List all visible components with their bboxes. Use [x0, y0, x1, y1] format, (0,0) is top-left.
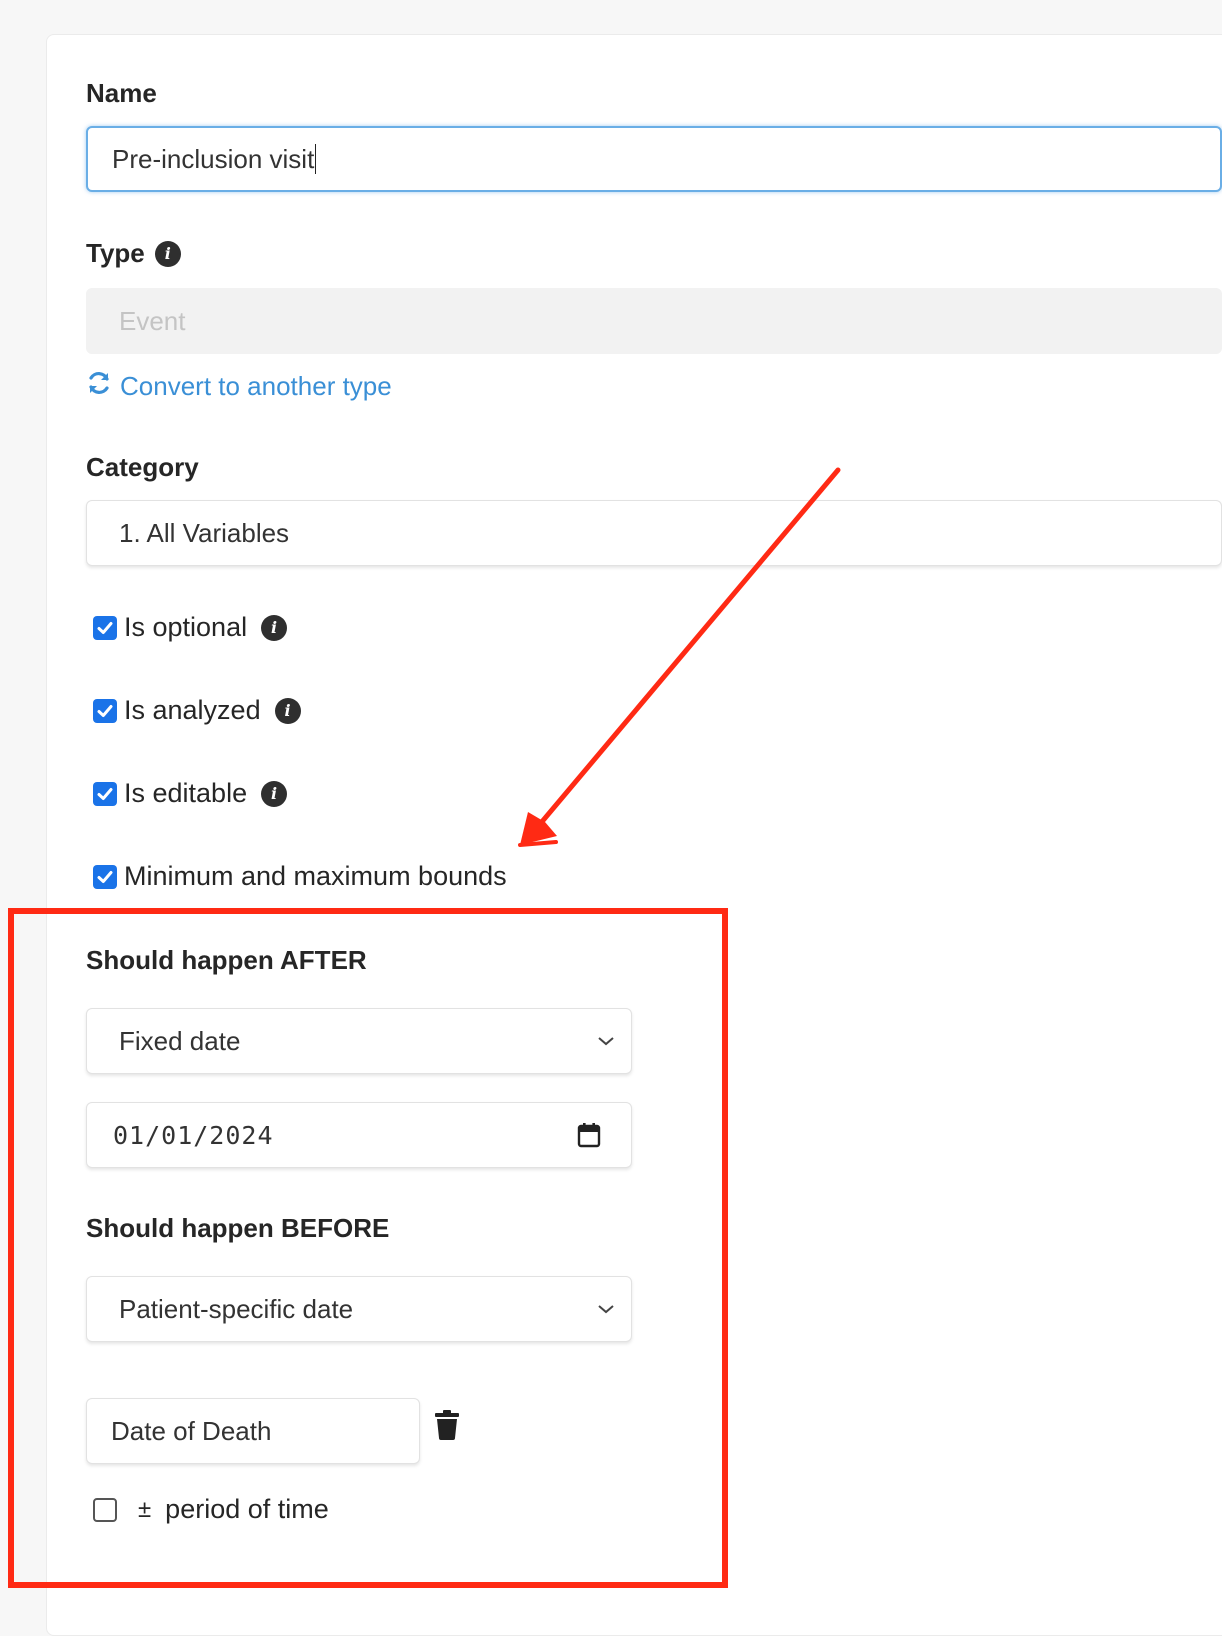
after-date-value: 01/01/2024 — [113, 1120, 274, 1150]
after-select-value: Fixed date — [119, 1025, 241, 1056]
category-label: Category — [86, 452, 199, 482]
type-input: Event — [86, 288, 1222, 354]
is-editable-label: Is editable — [124, 778, 248, 808]
before-variable-value: Date of Death — [111, 1415, 272, 1446]
bounds-label: Minimum and maximum bounds — [124, 861, 507, 891]
check-icon — [97, 787, 113, 800]
name-input[interactable]: Pre-inclusion visit — [86, 126, 1222, 192]
type-input-value: Event — [119, 305, 186, 336]
text-caret — [315, 144, 317, 174]
name-input-value: Pre-inclusion visit — [112, 143, 315, 174]
after-date-input[interactable]: 01/01/2024 — [86, 1102, 632, 1168]
before-variable-input[interactable]: Date of Death — [86, 1398, 420, 1464]
before-select-value: Patient-specific date — [119, 1293, 354, 1324]
is-optional-row[interactable]: Is optional i — [93, 612, 288, 643]
calendar-icon[interactable] — [577, 1122, 601, 1148]
is-analyzed-label: Is analyzed — [124, 695, 261, 725]
period-label: period of time — [165, 1494, 329, 1524]
trash-icon[interactable] — [434, 1410, 460, 1440]
convert-type-label: Convert to another type — [120, 371, 392, 401]
info-icon[interactable]: i — [261, 614, 288, 641]
after-label: Should happen AFTER — [86, 945, 367, 975]
category-value: 1. All Variables — [119, 517, 290, 548]
chevron-down-icon — [598, 1305, 614, 1314]
is-editable-row[interactable]: Is editable i — [93, 778, 288, 809]
info-icon[interactable]: i — [274, 697, 301, 724]
check-icon — [97, 621, 113, 634]
is-analyzed-row[interactable]: Is analyzed i — [93, 695, 301, 726]
form-card — [46, 34, 1222, 1636]
plus-minus-symbol: ± — [138, 1495, 152, 1523]
name-label: Name — [86, 78, 157, 108]
category-select[interactable]: 1. All Variables — [86, 500, 1222, 566]
convert-type-link[interactable]: Convert to another type — [86, 370, 392, 403]
bounds-row[interactable]: Minimum and maximum bounds — [93, 861, 507, 892]
after-select[interactable]: Fixed date — [86, 1008, 632, 1074]
period-row[interactable]: ± period of time — [93, 1494, 329, 1525]
chevron-down-icon — [598, 1037, 614, 1046]
check-icon — [97, 704, 113, 717]
is-analyzed-checkbox[interactable] — [93, 698, 117, 723]
info-icon[interactable]: i — [154, 240, 181, 267]
is-editable-checkbox[interactable] — [93, 781, 117, 806]
type-label-row: Type i — [86, 238, 181, 269]
period-checkbox[interactable] — [93, 1497, 117, 1522]
is-optional-checkbox[interactable] — [93, 615, 117, 640]
before-select[interactable]: Patient-specific date — [86, 1276, 632, 1342]
before-label: Should happen BEFORE — [86, 1213, 390, 1243]
refresh-icon — [86, 370, 112, 403]
check-icon — [97, 870, 113, 883]
type-label: Type — [86, 238, 145, 268]
info-icon[interactable]: i — [261, 780, 288, 807]
is-optional-label: Is optional — [124, 612, 248, 642]
bounds-checkbox[interactable] — [93, 864, 117, 889]
